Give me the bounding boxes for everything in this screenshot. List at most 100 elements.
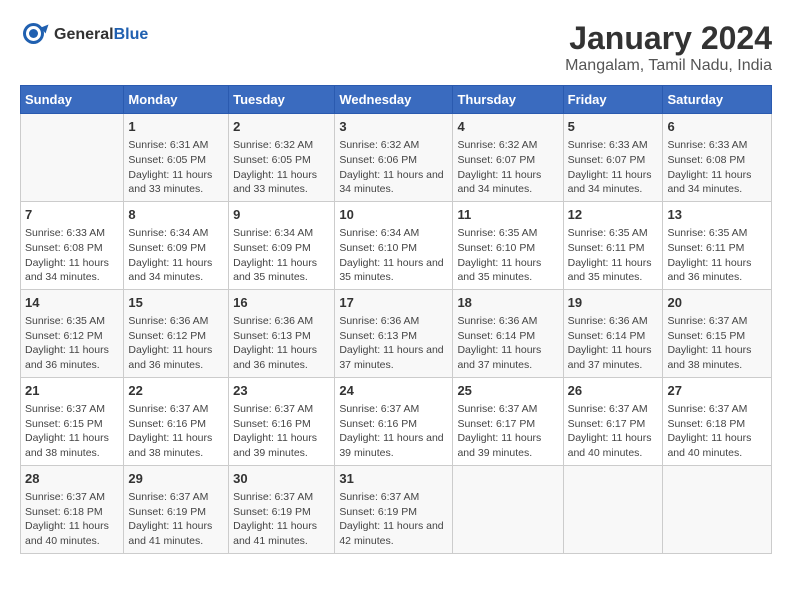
day-number: 4 [457,118,558,136]
day-number: 25 [457,382,558,400]
cell-sunrise: Sunrise: 6:37 AM [339,490,448,505]
cell-sunrise: Sunrise: 6:34 AM [233,226,330,241]
cell-sunrise: Sunrise: 6:35 AM [457,226,558,241]
cell-daylight: Daylight: 11 hours and 34 minutes. [667,168,767,197]
cell-sunrise: Sunrise: 6:33 AM [25,226,119,241]
day-number: 15 [128,294,224,312]
calendar-cell: 29Sunrise: 6:37 AMSunset: 6:19 PMDayligh… [124,465,229,553]
cell-daylight: Daylight: 11 hours and 37 minutes. [457,343,558,372]
day-number: 17 [339,294,448,312]
day-number: 2 [233,118,330,136]
day-number: 6 [667,118,767,136]
cell-sunrise: Sunrise: 6:37 AM [339,402,448,417]
day-number: 16 [233,294,330,312]
day-number: 10 [339,206,448,224]
cell-sunrise: Sunrise: 6:33 AM [568,138,659,153]
calendar-cell: 22Sunrise: 6:37 AMSunset: 6:16 PMDayligh… [124,377,229,465]
calendar-cell: 31Sunrise: 6:37 AMSunset: 6:19 PMDayligh… [335,465,453,553]
cell-sunset: Sunset: 6:12 PM [25,329,119,344]
calendar-cell: 26Sunrise: 6:37 AMSunset: 6:17 PMDayligh… [563,377,663,465]
cell-sunrise: Sunrise: 6:37 AM [233,490,330,505]
day-number: 28 [25,470,119,488]
calendar-cell [21,114,124,202]
cell-daylight: Daylight: 11 hours and 39 minutes. [339,431,448,460]
header-tuesday: Tuesday [229,86,335,114]
calendar-cell: 19Sunrise: 6:36 AMSunset: 6:14 PMDayligh… [563,289,663,377]
cell-daylight: Daylight: 11 hours and 36 minutes. [667,256,767,285]
cell-sunset: Sunset: 6:17 PM [457,417,558,432]
day-number: 18 [457,294,558,312]
calendar-cell: 18 Sunrise: 6:36 AMSunset: 6:14 PMDayligh… [453,289,563,377]
cell-sunrise: Sunrise: 6:37 AM [568,402,659,417]
cell-sunrise: Sunrise: 6:35 AM [667,226,767,241]
day-number: 5 [568,118,659,136]
header-thursday: Thursday [453,86,563,114]
cell-sunset: Sunset: 6:09 PM [128,241,224,256]
day-number: 20 [667,294,767,312]
cell-daylight: Daylight: 11 hours and 34 minutes. [568,168,659,197]
cell-sunset: Sunset: 6:08 PM [667,153,767,168]
cell-sunset: Sunset: 6:13 PM [339,329,448,344]
cell-sunset: Sunset: 6:18 PM [25,505,119,520]
cell-sunset: Sunset: 6:13 PM [233,329,330,344]
day-number: 22 [128,382,224,400]
cell-daylight: Daylight: 11 hours and 36 minutes. [128,343,224,372]
calendar-cell: 6Sunrise: 6:33 AMSunset: 6:08 PMDaylight… [663,114,772,202]
day-number: 12 [568,206,659,224]
cell-daylight: Daylight: 11 hours and 34 minutes. [25,256,119,285]
header-saturday: Saturday [663,86,772,114]
cell-sunset: Sunset: 6:19 PM [339,505,448,520]
calendar-cell: 30Sunrise: 6:37 AMSunset: 6:19 PMDayligh… [229,465,335,553]
cell-sunset: Sunset: 6:11 PM [667,241,767,256]
cell-daylight: Daylight: 11 hours and 35 minutes. [568,256,659,285]
calendar-cell: 21Sunrise: 6:37 AMSunset: 6:15 PMDayligh… [21,377,124,465]
calendar-week-row: 7Sunrise: 6:33 AMSunset: 6:08 PMDaylight… [21,201,772,289]
calendar-cell: 7 Sunrise: 6:33 AMSunset: 6:08 PMDaylight… [21,201,124,289]
cell-daylight: Daylight: 11 hours and 38 minutes. [25,431,119,460]
logo-icon [20,20,50,50]
cell-sunrise: Sunrise: 6:37 AM [457,402,558,417]
cell-sunset: Sunset: 6:16 PM [233,417,330,432]
cell-sunset: Sunset: 6:10 PM [339,241,448,256]
cell-sunset: Sunset: 6:08 PM [25,241,119,256]
day-number: 23 [233,382,330,400]
cell-sunrise: Sunrise: 6:35 AM [25,314,119,329]
calendar-cell: 17Sunrise: 6:36 AMSunset: 6:13 PMDayligh… [335,289,453,377]
cell-sunrise: Sunrise: 6:34 AM [339,226,448,241]
cell-sunset: Sunset: 6:14 PM [457,329,558,344]
calendar-cell: 11Sunrise: 6:35 AMSunset: 6:10 PMDayligh… [453,201,563,289]
cell-sunrise: Sunrise: 6:34 AM [128,226,224,241]
cell-sunset: Sunset: 6:16 PM [128,417,224,432]
cell-sunset: Sunset: 6:05 PM [233,153,330,168]
calendar-cell: 23Sunrise: 6:37 AMSunset: 6:16 PMDayligh… [229,377,335,465]
cell-daylight: Daylight: 11 hours and 33 minutes. [128,168,224,197]
calendar-cell: 28Sunrise: 6:37 AMSunset: 6:18 PMDayligh… [21,465,124,553]
day-number: 14 [25,294,119,312]
day-number: 31 [339,470,448,488]
day-number: 1 [128,118,224,136]
calendar-cell: 16Sunrise: 6:36 AMSunset: 6:13 PMDayligh… [229,289,335,377]
cell-daylight: Daylight: 11 hours and 41 minutes. [233,519,330,548]
day-number: 3 [339,118,448,136]
day-number: 13 [667,206,767,224]
day-number: 11 [457,206,558,224]
cell-sunset: Sunset: 6:18 PM [667,417,767,432]
calendar-cell: 27Sunrise: 6:37 AMSunset: 6:18 PMDayligh… [663,377,772,465]
cell-daylight: Daylight: 11 hours and 37 minutes. [339,343,448,372]
day-number: 7 [25,206,119,224]
calendar-header-row: SundayMondayTuesdayWednesdayThursdayFrid… [21,86,772,114]
cell-daylight: Daylight: 11 hours and 35 minutes. [339,256,448,285]
calendar-cell [563,465,663,553]
cell-sunrise: Sunrise: 6:32 AM [457,138,558,153]
header-sunday: Sunday [21,86,124,114]
calendar-cell: 25Sunrise: 6:37 AMSunset: 6:17 PMDayligh… [453,377,563,465]
cell-sunrise: Sunrise: 6:36 AM [457,314,558,329]
cell-sunset: Sunset: 6:11 PM [568,241,659,256]
calendar-table: SundayMondayTuesdayWednesdayThursdayFrid… [20,85,772,554]
cell-sunrise: Sunrise: 6:36 AM [233,314,330,329]
cell-sunrise: Sunrise: 6:37 AM [128,402,224,417]
cell-sunrise: Sunrise: 6:32 AM [339,138,448,153]
cell-sunrise: Sunrise: 6:37 AM [233,402,330,417]
cell-sunset: Sunset: 6:19 PM [233,505,330,520]
cell-daylight: Daylight: 11 hours and 34 minutes. [339,168,448,197]
